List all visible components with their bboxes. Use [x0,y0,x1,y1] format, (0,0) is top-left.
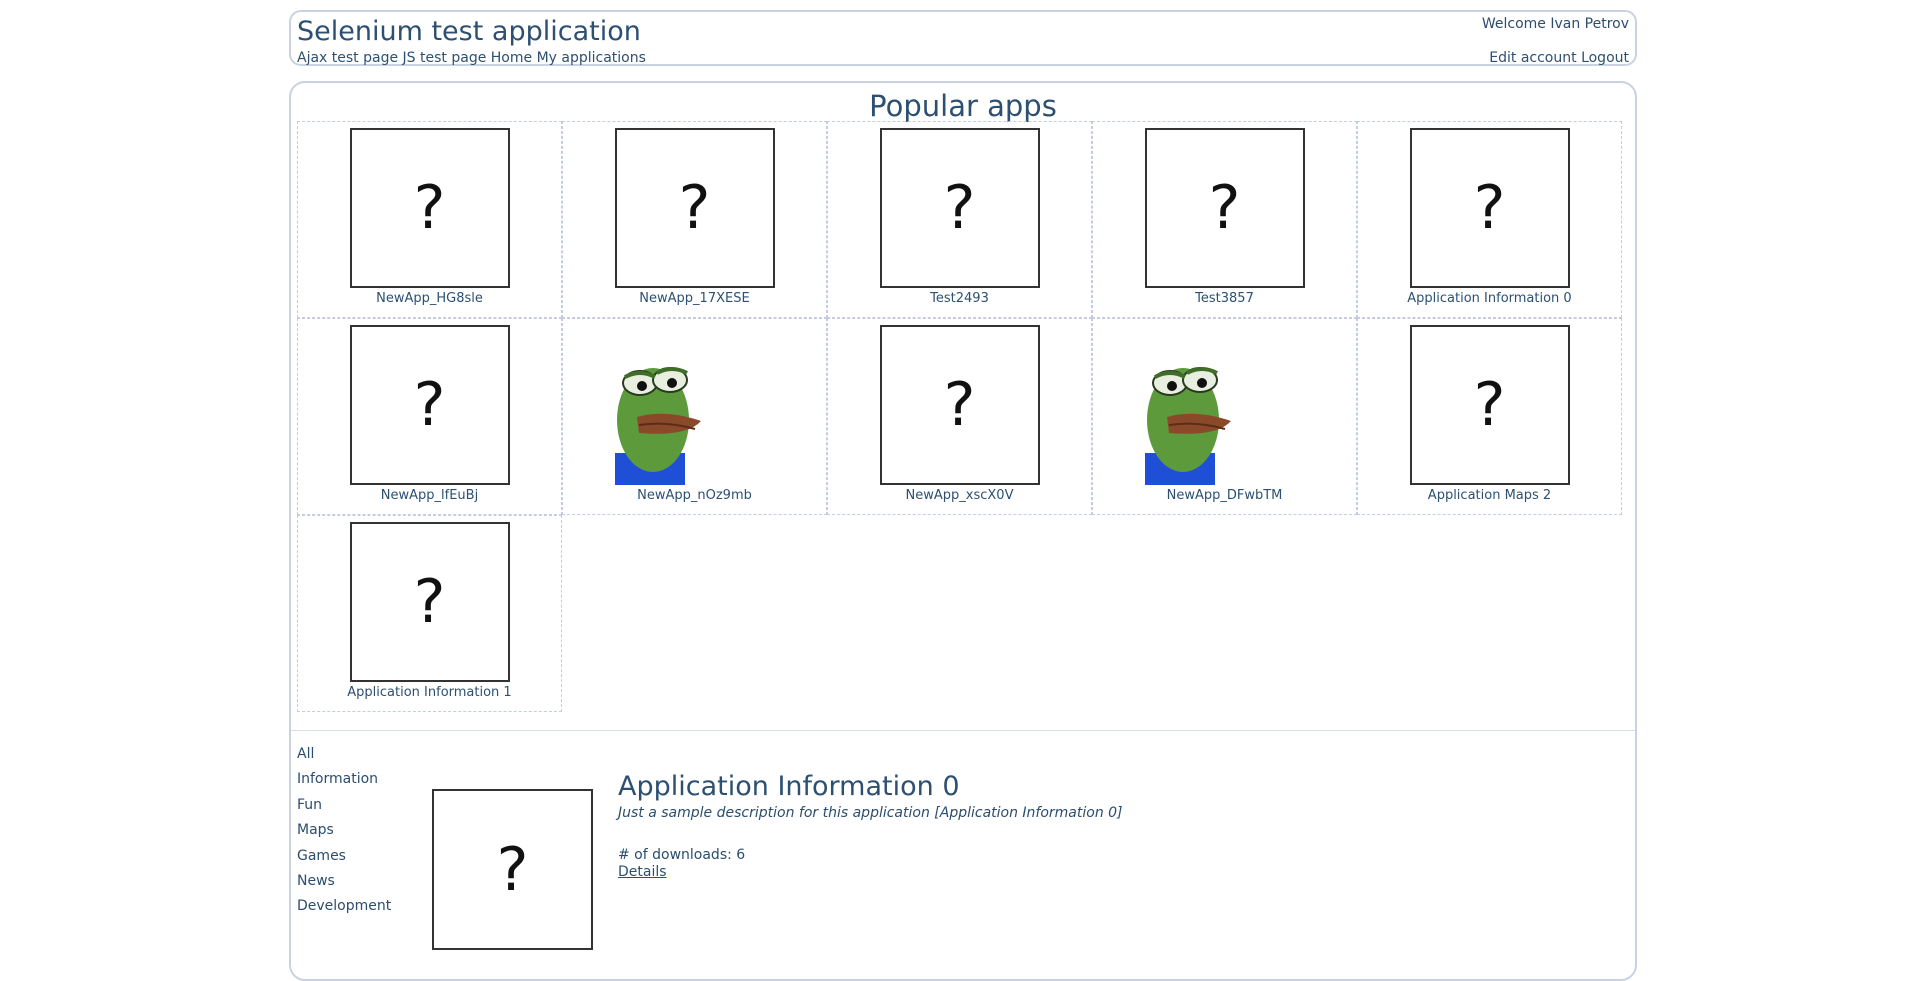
category-fun[interactable]: Fun [297,797,391,822]
logout-link[interactable]: Logout [1581,50,1629,66]
category-list: All Information Fun Maps Games News Deve… [297,746,391,924]
category-news[interactable]: News [297,873,391,898]
featured-app-image[interactable]: ? [432,789,593,950]
app-name-application-maps-2[interactable]: Application Maps 2 [1428,488,1551,503]
app-tile[interactable]: NewApp_nOz9mb [562,318,827,515]
category-maps[interactable]: Maps [297,822,391,847]
placeholder-image[interactable]: ? [614,128,775,288]
section-divider [291,730,1635,731]
placeholder-image[interactable]: ? [879,128,1040,288]
app-name-test2493[interactable]: Test2493 [930,291,989,306]
main-panel: Popular apps ? NewApp_HG8sle? NewApp_17XES… [289,81,1637,981]
placeholder-image[interactable]: ? [1409,325,1570,485]
featured-app-title: Application Information 0 [618,771,960,802]
app-name-newapp-hg8sle[interactable]: NewApp_HG8sle [376,291,483,306]
placeholder-image[interactable]: ? [349,325,510,485]
details-link[interactable]: Details [618,864,667,880]
app-tile[interactable]: ? Test3857 [1092,121,1357,318]
sad-frog-icon [614,367,701,485]
category-information[interactable]: Information [297,771,391,796]
app-tile[interactable]: ? NewApp_lfEuBj [297,318,562,515]
app-name-test3857[interactable]: Test3857 [1195,291,1254,306]
popular-apps-grid: ? NewApp_HG8sle? NewApp_17XESE? Test2493? Te… [297,121,1622,712]
category-all[interactable]: All [297,746,391,771]
app-name-newapp-noz9mb[interactable]: NewApp_nOz9mb [637,488,752,503]
app-tile[interactable]: NewApp_DFwbTM [1092,318,1357,515]
app-tile[interactable]: ? Application Information 0 [1357,121,1622,318]
edit-account-link[interactable]: Edit account [1489,50,1576,66]
placeholder-image[interactable]: ? [1409,128,1570,288]
app-title: Selenium test application [297,16,641,47]
nav-home[interactable]: Home [491,50,532,66]
placeholder-image[interactable]: ? [349,522,510,682]
featured-app-description: Just a sample description for this appli… [618,805,1123,821]
welcome-text: Welcome Ivan Petrov [1481,16,1629,32]
app-name-application-information-1[interactable]: Application Information 1 [347,685,511,700]
app-image[interactable] [614,325,775,485]
app-tile[interactable]: ? NewApp_HG8sle [297,121,562,318]
category-games[interactable]: Games [297,848,391,873]
app-name-application-information-0[interactable]: Application Information 0 [1407,291,1571,306]
sad-frog-icon [1144,367,1231,485]
placeholder-image[interactable]: ? [1144,128,1305,288]
app-name-newapp-17xese[interactable]: NewApp_17XESE [639,291,749,306]
popular-apps-title: Popular apps [869,89,1057,123]
nav-my-applications[interactable]: My applications [537,50,646,66]
top-nav: Ajax test page JS test page Home My appl… [297,50,646,66]
featured-app-downloads: # of downloads: 6 [618,847,746,863]
app-tile[interactable]: ? Application Maps 2 [1357,318,1622,515]
app-name-newapp-dfwbtm[interactable]: NewApp_DFwbTM [1167,488,1283,503]
category-development[interactable]: Development [297,898,391,923]
nav-ajax-test-page[interactable]: Ajax test page [297,50,398,66]
app-name-newapp-lfeubj[interactable]: NewApp_lfEuBj [381,488,478,503]
app-header: Selenium test application Ajax test page… [289,10,1637,66]
app-tile[interactable]: ? NewApp_xscX0V [827,318,1092,515]
app-tile[interactable]: ? Test2493 [827,121,1092,318]
placeholder-image[interactable]: ? [349,128,510,288]
nav-js-test-page[interactable]: JS test page [403,50,487,66]
app-tile[interactable]: ? NewApp_17XESE [562,121,827,318]
account-links: Edit account Logout [1489,50,1629,66]
app-tile[interactable]: ? Application Information 1 [297,515,562,712]
app-name-newapp-xscx0v[interactable]: NewApp_xscX0V [906,488,1014,503]
app-image[interactable] [1144,325,1305,485]
placeholder-image[interactable]: ? [879,325,1040,485]
